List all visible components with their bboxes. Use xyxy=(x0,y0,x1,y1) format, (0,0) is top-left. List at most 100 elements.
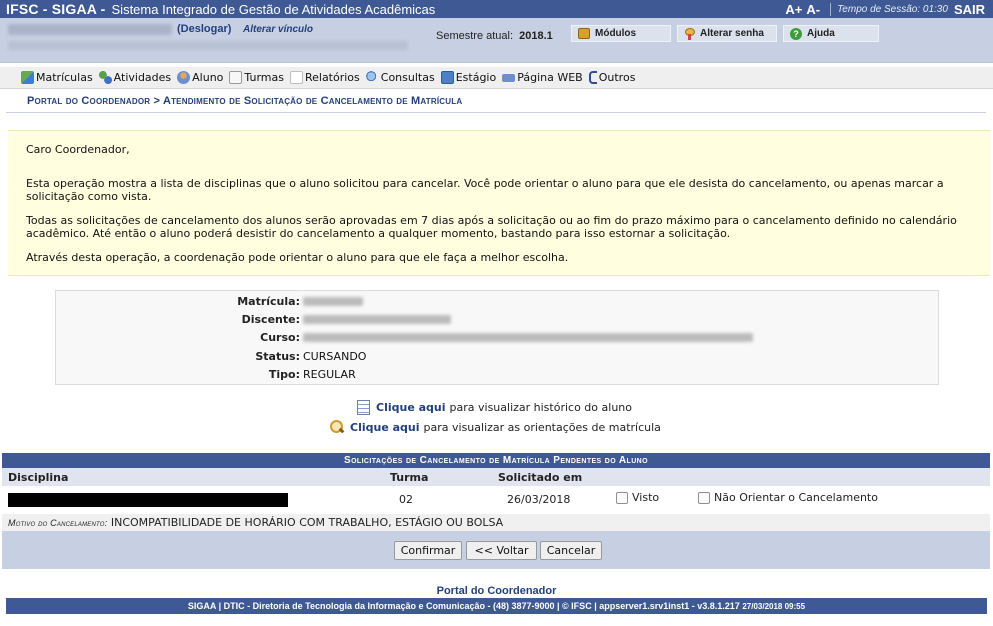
user-name-redacted xyxy=(8,24,172,35)
menu-outros[interactable]: Outros xyxy=(588,71,636,84)
status-value: CURSANDO xyxy=(303,350,367,363)
table-actions: Confirmar << Voltar Cancelar xyxy=(2,531,990,569)
font-increase-button[interactable]: A+ xyxy=(785,2,802,17)
semestre-atual: Semestre atual: 2018.1 xyxy=(436,30,553,42)
modulos-label: Módulos xyxy=(595,28,637,39)
cancelar-button[interactable]: Cancelar xyxy=(540,541,602,560)
visto-checkbox[interactable]: Visto xyxy=(616,491,659,504)
disciplina-redacted xyxy=(8,493,288,507)
breadcrumb: Portal do Coordenador > Atendimento de S… xyxy=(27,95,463,107)
info-paragraph-1: Esta operação mostra a lista de discipli… xyxy=(26,177,944,203)
historico-link-row: Clique aqui para visualizar histórico do… xyxy=(357,400,632,415)
header-right-controls: A+ A- Tempo de Sessão: 01:30 SAIR xyxy=(785,0,993,18)
header-divider xyxy=(830,2,832,16)
estagio-icon xyxy=(440,71,454,84)
portal-coordenador-link[interactable]: Portal do Coordenador xyxy=(0,585,993,597)
menu-label: Outros xyxy=(598,71,636,84)
confirmar-button[interactable]: Confirmar xyxy=(394,541,462,560)
alterar-senha-label: Alterar senha xyxy=(700,28,764,39)
modulos-button[interactable]: Módulos xyxy=(571,25,671,42)
menu-label: Aluno xyxy=(192,71,224,84)
detail-row-matricula: Matrícula: xyxy=(56,295,940,312)
nao-orientar-checkbox[interactable]: Não Orientar o Cancelamento xyxy=(698,491,878,504)
nao-orientar-label: Não Orientar o Cancelamento xyxy=(714,491,878,504)
orientacoes-text: para visualizar as orientações de matríc… xyxy=(423,420,661,434)
alterar-vinculo-link[interactable]: Alterar vínculo xyxy=(243,24,313,35)
info-greeting: Caro Coordenador, xyxy=(26,143,130,156)
magnifier-icon[interactable] xyxy=(330,420,344,434)
outros-icon xyxy=(588,71,597,84)
help-icon: ? xyxy=(790,27,802,40)
menu-relatorios[interactable]: Relatórios xyxy=(289,71,360,84)
app-subtitle: Sistema Integrado de Gestão de Atividade… xyxy=(111,1,436,17)
top-header: IFSC - SIGAA - Sistema Integrado de Gest… xyxy=(0,0,993,18)
nao-orientar-checkbox-box[interactable] xyxy=(698,491,710,504)
matricula-value-redacted xyxy=(303,297,363,306)
discente-value-redacted xyxy=(303,315,451,324)
table-title: Solicitações de Cancelamento de Matrícul… xyxy=(2,453,990,468)
historico-icon[interactable] xyxy=(357,400,370,415)
orientacoes-link-row: Clique aqui para visualizar as orientaçõ… xyxy=(330,420,661,434)
curso-value-redacted xyxy=(303,333,753,342)
table-header: Disciplina Turma Solicitado em xyxy=(2,468,990,486)
student-details: Matrícula: Discente: Curso: Status: CURS… xyxy=(55,290,939,385)
orientacoes-link[interactable]: Clique aqui xyxy=(350,421,420,434)
status-label: Status: xyxy=(255,350,300,363)
page-footer: SIGAA | DTIC - Diretoria de Tecnologia d… xyxy=(6,598,987,614)
menu-label: Estágio xyxy=(455,71,497,84)
font-decrease-button[interactable]: A- xyxy=(806,2,820,17)
motivo-value: INCOMPATIBILIDADE DE HORÁRIO COM TRABALH… xyxy=(110,516,504,529)
visto-checkbox-box[interactable] xyxy=(616,491,628,504)
matricula-label: Matrícula: xyxy=(237,295,300,308)
motivo-row: Motivo do Cancelamento: INCOMPATIBILIDAD… xyxy=(2,514,990,531)
footer-timestamp: 27/03/2018 09:55 xyxy=(742,602,806,611)
user-info-bar: (Deslogar) Alterar vínculo Semestre atua… xyxy=(0,18,993,63)
visto-label: Visto xyxy=(632,491,660,504)
user-unit-redacted xyxy=(8,41,408,50)
menu-label: Turmas xyxy=(244,71,284,84)
curso-label: Curso: xyxy=(260,331,300,344)
main-menu: Matrículas Atividades Aluno Turmas Relat… xyxy=(0,67,993,89)
relatorios-icon xyxy=(289,71,303,84)
header-turma: Turma xyxy=(390,471,429,484)
breadcrumb-divider xyxy=(6,112,986,113)
atividades-icon xyxy=(98,71,112,84)
semestre-label: Semestre atual: xyxy=(436,30,514,42)
info-paragraph-3: Através desta operação, a coordenação po… xyxy=(26,251,569,264)
alterar-senha-button[interactable]: Alterar senha xyxy=(677,25,777,42)
modulos-icon xyxy=(578,28,590,39)
key-icon xyxy=(684,27,695,40)
menu-pagina-web[interactable]: Página WEB xyxy=(502,71,583,84)
info-paragraph-2: Todas as solicitações de cancelamento do… xyxy=(26,214,957,240)
header-disciplina: Disciplina xyxy=(8,471,69,484)
table-row: 02 26/03/2018 Visto Não Orientar o Cance… xyxy=(2,486,990,514)
ajuda-button[interactable]: ? Ajuda xyxy=(783,25,879,42)
row-turma: 02 xyxy=(399,493,413,506)
deslogar-link[interactable]: (Deslogar) xyxy=(177,23,231,35)
menu-consultas[interactable]: Consultas xyxy=(365,71,435,84)
detail-row-tipo: Tipo: REGULAR xyxy=(56,368,940,385)
menu-label: Atividades xyxy=(113,71,172,84)
menu-atividades[interactable]: Atividades xyxy=(98,71,172,84)
consultas-icon xyxy=(365,71,379,84)
header-solicitado: Solicitado em xyxy=(498,471,583,484)
aluno-icon xyxy=(177,71,191,84)
menu-turmas[interactable]: Turmas xyxy=(229,71,284,84)
footer-text: SIGAA | DTIC - Diretoria de Tecnologia d… xyxy=(187,601,740,611)
menu-matriculas[interactable]: Matrículas xyxy=(21,71,93,84)
logout-button[interactable]: SAIR xyxy=(954,2,985,17)
menu-aluno[interactable]: Aluno xyxy=(177,71,223,84)
menu-estagio[interactable]: Estágio xyxy=(440,71,497,84)
voltar-button[interactable]: << Voltar xyxy=(466,541,537,560)
session-timer: Tempo de Sessão: 01:30 xyxy=(837,3,948,15)
ajuda-label: Ajuda xyxy=(807,28,835,39)
pagina-web-icon xyxy=(502,73,516,82)
semestre-value: 2018.1 xyxy=(519,30,553,42)
detail-row-status: Status: CURSANDO xyxy=(56,350,940,367)
menu-label: Relatórios xyxy=(304,71,360,84)
tipo-value: REGULAR xyxy=(303,368,356,381)
menu-label: Matrículas xyxy=(36,71,93,84)
historico-link[interactable]: Clique aqui xyxy=(376,401,446,414)
detail-row-curso: Curso: xyxy=(56,331,940,348)
app-brand: IFSC - SIGAA - xyxy=(6,1,106,17)
